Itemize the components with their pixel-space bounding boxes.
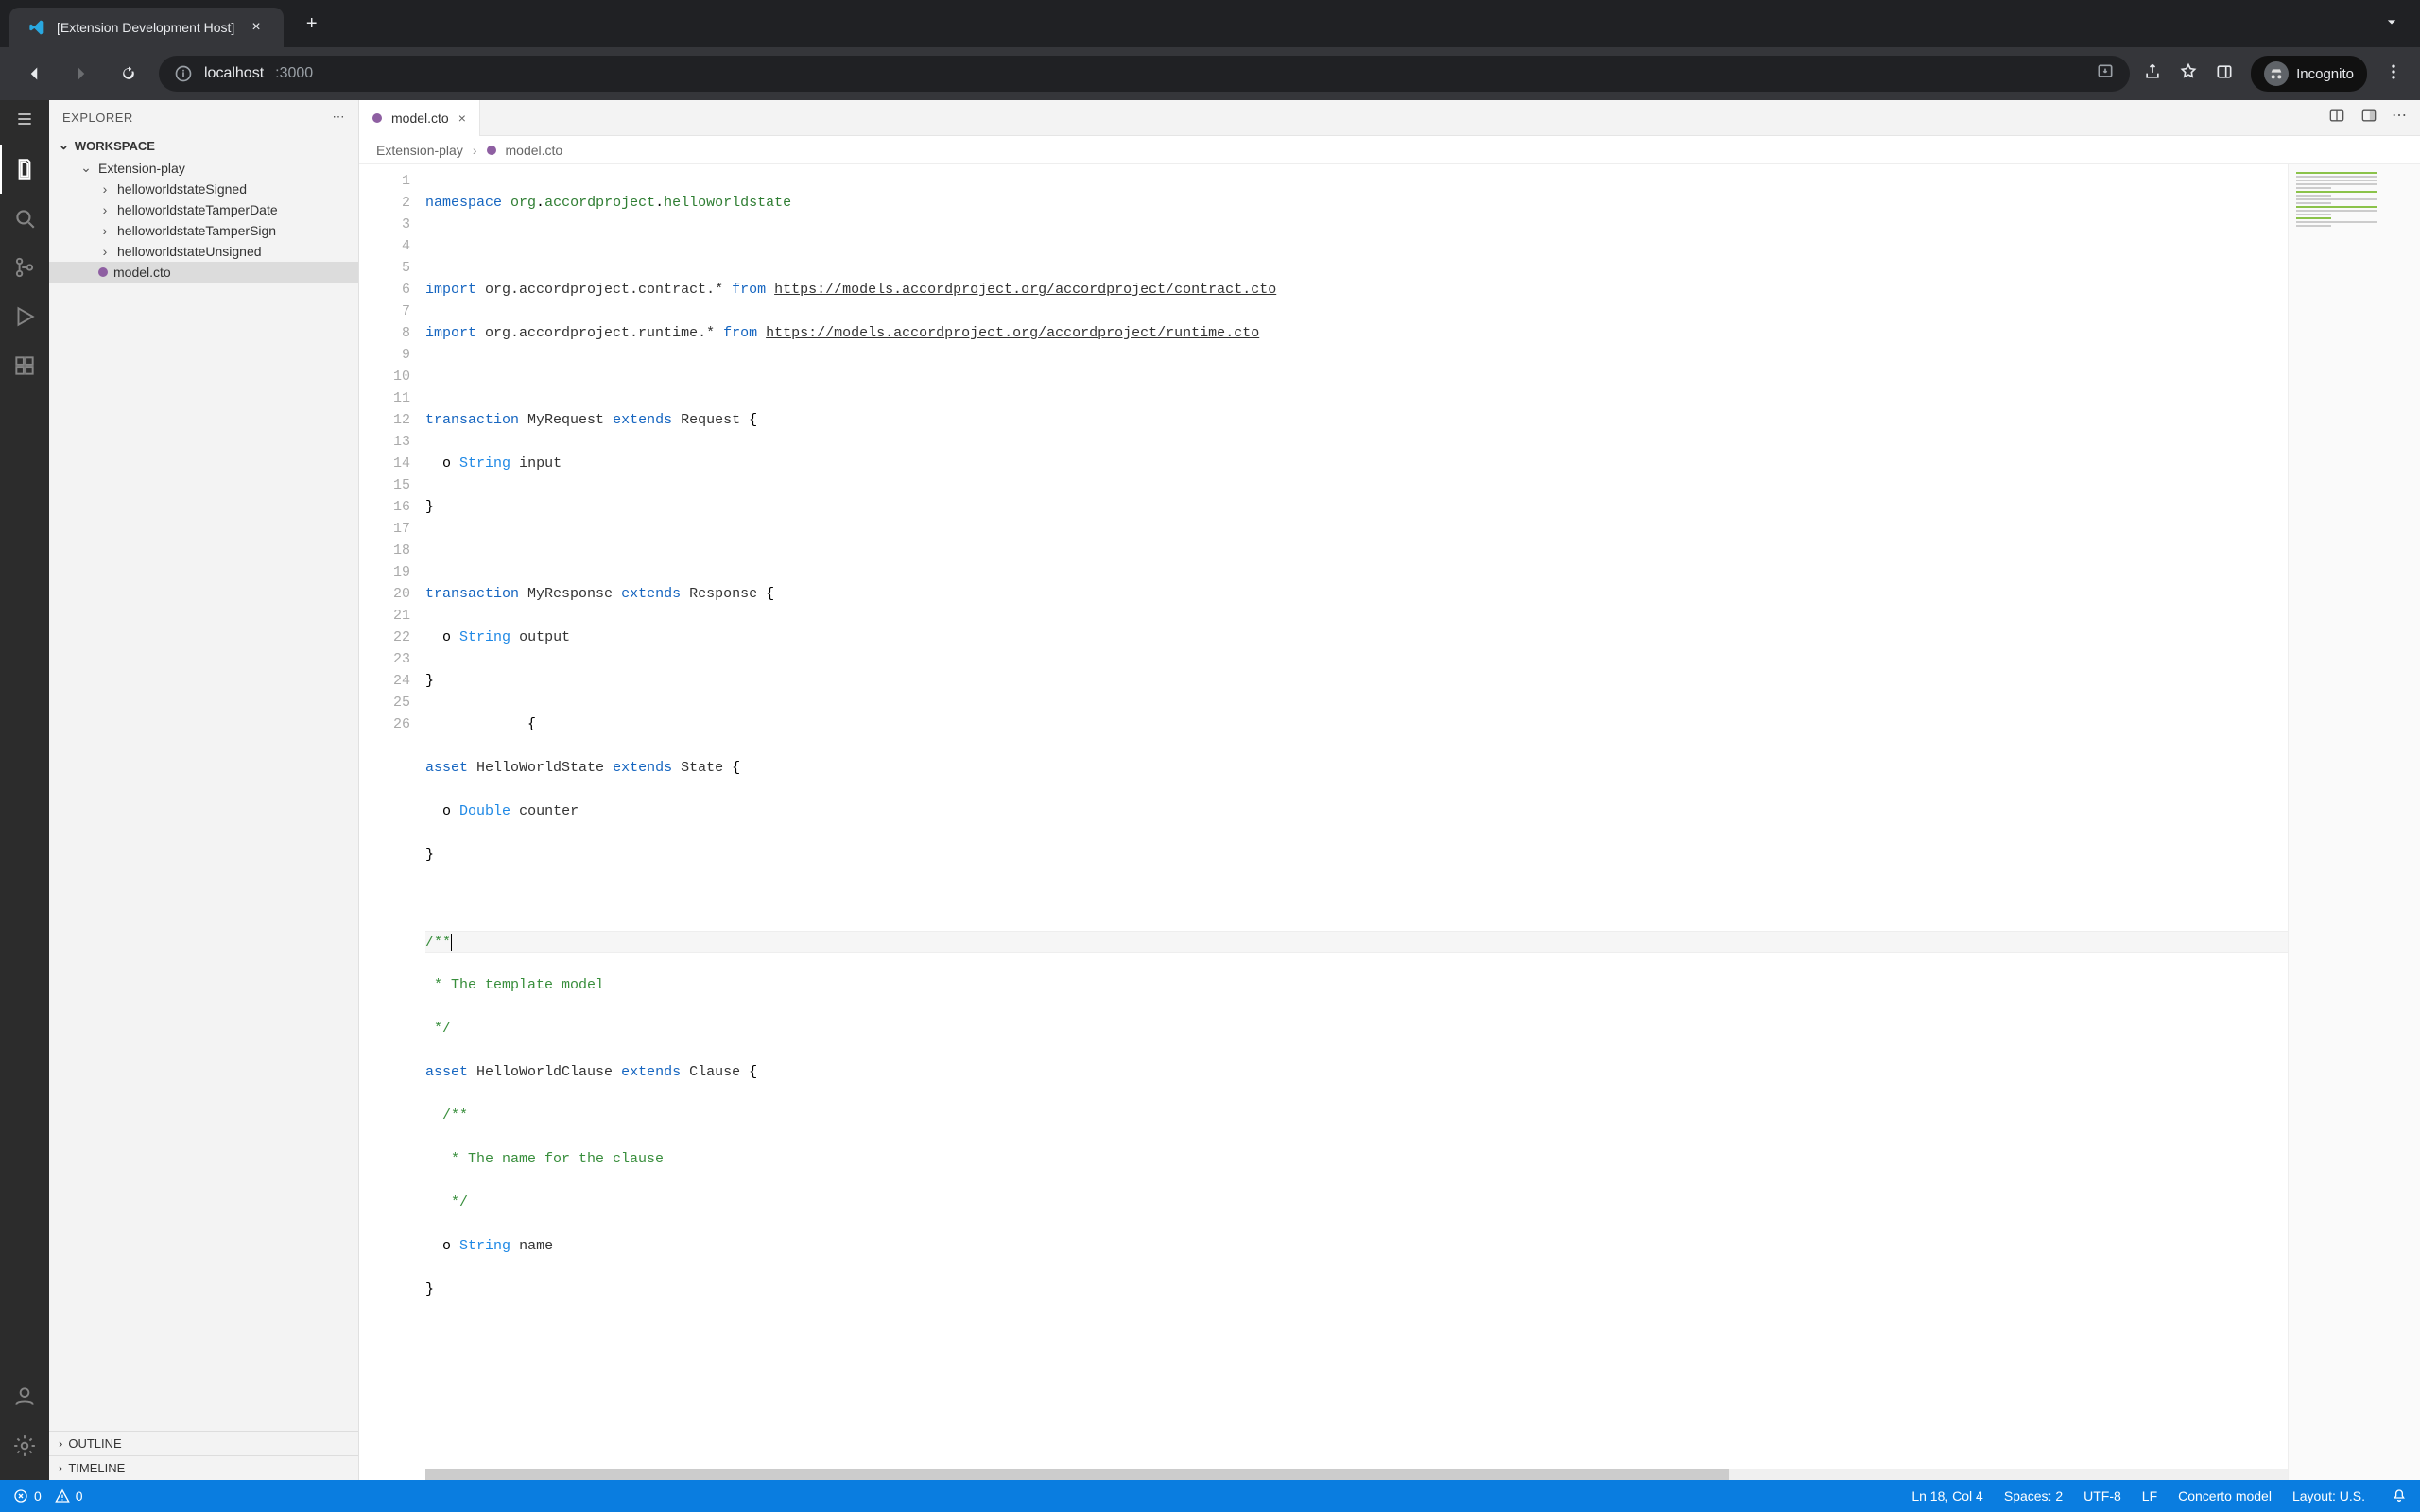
explorer-more-icon[interactable]: ⋯: [333, 110, 346, 125]
close-tab-icon[interactable]: ×: [246, 17, 266, 38]
vscode-icon: [26, 18, 45, 37]
tree-folder[interactable]: › helloworldstateSigned: [49, 179, 358, 199]
outline-label: OUTLINE: [68, 1436, 121, 1451]
status-cursor-position[interactable]: Ln 18, Col 4: [1911, 1488, 1983, 1503]
chevron-right-icon: ›: [473, 143, 477, 158]
browser-menu-icon[interactable]: [2384, 62, 2403, 86]
editor-tab-filename: model.cto: [391, 111, 449, 126]
incognito-badge[interactable]: Incognito: [2251, 56, 2367, 92]
breadcrumb-folder: Extension-play: [376, 143, 463, 158]
file-icon: [372, 113, 382, 123]
address-bar-row: localhost :3000 Incognito: [0, 47, 2420, 100]
tree-label: Extension-play: [98, 161, 185, 176]
activity-bar: [0, 100, 49, 1480]
reload-button[interactable]: [112, 57, 146, 91]
activity-extensions[interactable]: [0, 341, 49, 390]
editor-more-icon[interactable]: ⋯: [2392, 106, 2407, 129]
status-encoding[interactable]: UTF-8: [2083, 1488, 2121, 1503]
tree-folder[interactable]: › helloworldstateTamperSign: [49, 220, 358, 241]
breadcrumb[interactable]: Extension-play › model.cto: [359, 136, 2420, 164]
workspace-section[interactable]: ⌄ WORKSPACE: [49, 134, 358, 157]
incognito-icon: [2264, 61, 2289, 86]
line-number-gutter: 12345 678910 1112131415 1617181920 21222…: [359, 164, 425, 1480]
browser-tab-title: [Extension Development Host]: [57, 20, 234, 35]
chevron-down-icon: ⌄: [79, 160, 93, 176]
activity-account[interactable]: [0, 1372, 49, 1421]
status-bar: 0 0 Ln 18, Col 4 Spaces: 2 UTF-8 LF Conc…: [0, 1480, 2420, 1512]
horizontal-scrollbar[interactable]: [425, 1469, 2288, 1480]
file-icon: [487, 146, 496, 155]
hamburger-menu-icon[interactable]: [15, 110, 34, 133]
code-editor[interactable]: 12345 678910 1112131415 1617181920 21222…: [359, 164, 2420, 1480]
editor-tabs: model.cto × ⋯: [359, 100, 2420, 136]
browser-tab[interactable]: [Extension Development Host] ×: [9, 8, 284, 47]
tab-strip: [Extension Development Host] × +: [0, 0, 2420, 47]
minimap[interactable]: [2288, 164, 2420, 1480]
url-port: :3000: [275, 65, 313, 82]
tree-label: helloworldstateSigned: [117, 181, 247, 197]
tab-strip-chevron[interactable]: [2382, 12, 2411, 36]
status-language-mode[interactable]: Concerto model: [2178, 1488, 2272, 1503]
notifications-icon[interactable]: [2392, 1488, 2407, 1503]
chevron-down-icon: ⌄: [59, 138, 69, 153]
tree-folder[interactable]: › helloworldstateTamperDate: [49, 199, 358, 220]
status-keyboard-layout[interactable]: Layout: U.S.: [2292, 1488, 2365, 1503]
timeline-section[interactable]: › TIMELINE: [49, 1455, 358, 1480]
chevron-right-icon: ›: [98, 181, 112, 197]
status-indentation[interactable]: Spaces: 2: [2004, 1488, 2063, 1503]
tree-label: helloworldstateTamperSign: [117, 223, 276, 238]
status-eol[interactable]: LF: [2142, 1488, 2157, 1503]
forward-button[interactable]: [64, 57, 98, 91]
tree-folder-root[interactable]: ⌄ Extension-play: [49, 157, 358, 179]
back-button[interactable]: [17, 57, 51, 91]
tree-label: helloworldstateUnsigned: [117, 244, 262, 259]
file-icon: [98, 267, 108, 277]
explorer-sidebar: EXPLORER ⋯ ⌄ WORKSPACE ⌄ Extension-play …: [49, 100, 359, 1480]
new-tab-button[interactable]: +: [297, 9, 327, 39]
activity-source-control[interactable]: [0, 243, 49, 292]
url-host: localhost: [204, 65, 264, 82]
tree-file-selected[interactable]: model.cto: [49, 262, 358, 283]
chevron-right-icon: ›: [59, 1461, 62, 1475]
editor-tab-active[interactable]: model.cto ×: [359, 100, 480, 136]
install-app-icon[interactable]: [2096, 62, 2115, 86]
address-bar[interactable]: localhost :3000: [159, 56, 2130, 92]
side-panel-icon[interactable]: [2215, 62, 2234, 86]
chevron-right-icon: ›: [98, 244, 112, 259]
scrollbar-thumb[interactable]: [425, 1469, 1729, 1480]
timeline-label: TIMELINE: [68, 1461, 125, 1475]
code-content[interactable]: namespace org.accordproject.helloworldst…: [425, 164, 2420, 1480]
outline-section[interactable]: › OUTLINE: [49, 1431, 358, 1455]
breadcrumb-file: model.cto: [506, 143, 563, 158]
status-warnings[interactable]: 0: [55, 1488, 83, 1503]
status-errors[interactable]: 0: [13, 1488, 42, 1503]
close-tab-icon[interactable]: ×: [458, 111, 466, 126]
activity-explorer[interactable]: [0, 145, 49, 194]
tree-folder[interactable]: › helloworldstateUnsigned: [49, 241, 358, 262]
activity-settings[interactable]: [0, 1421, 49, 1470]
text-cursor-line13: {: [527, 716, 536, 732]
tree-label: model.cto: [113, 265, 171, 280]
chevron-right-icon: ›: [98, 223, 112, 238]
browser-chrome: [Extension Development Host] × + localho…: [0, 0, 2420, 100]
activity-run-debug[interactable]: [0, 292, 49, 341]
tree-label: helloworldstateTamperDate: [117, 202, 278, 217]
chevron-right-icon: ›: [98, 202, 112, 217]
chevron-right-icon: ›: [59, 1436, 62, 1451]
vscode-window: EXPLORER ⋯ ⌄ WORKSPACE ⌄ Extension-play …: [0, 100, 2420, 1480]
split-preview-icon[interactable]: [2327, 106, 2346, 129]
split-editor-icon[interactable]: [2360, 106, 2378, 129]
bookmark-icon[interactable]: [2179, 62, 2198, 86]
editor-area: model.cto × ⋯ Extension-play › model.cto…: [359, 100, 2420, 1480]
activity-search[interactable]: [0, 194, 49, 243]
explorer-title: EXPLORER: [62, 111, 133, 125]
incognito-label: Incognito: [2296, 66, 2354, 82]
site-info-icon[interactable]: [174, 64, 193, 83]
workspace-label: WORKSPACE: [75, 139, 155, 153]
share-icon[interactable]: [2143, 62, 2162, 86]
text-cursor: [451, 934, 452, 951]
